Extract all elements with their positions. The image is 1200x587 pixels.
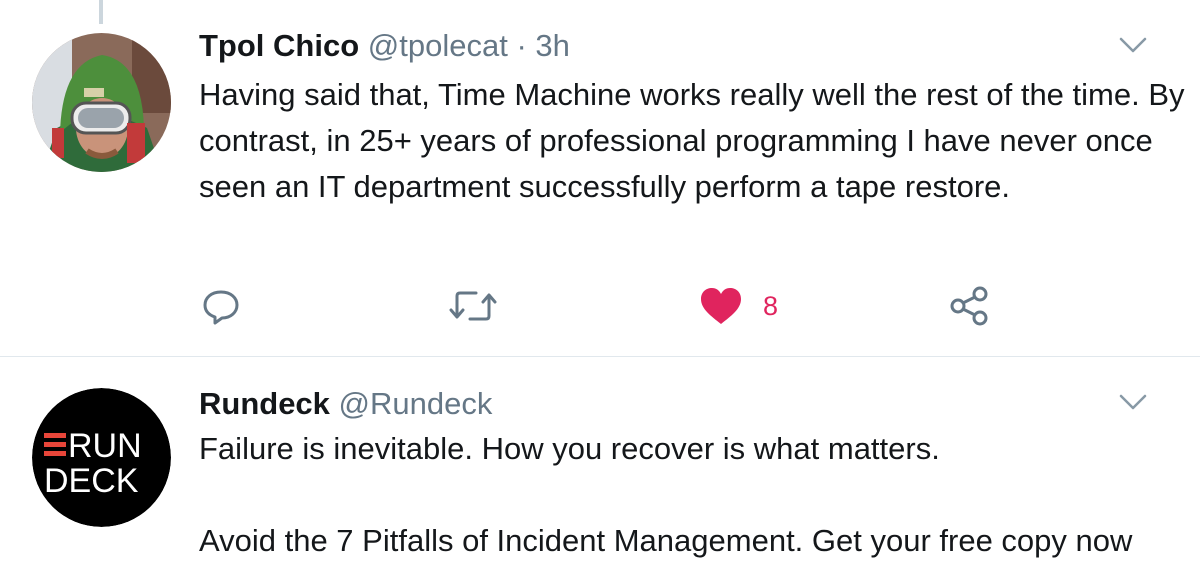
avatar[interactable]	[32, 33, 171, 172]
retweet-icon	[449, 291, 497, 321]
chevron-down-icon[interactable]	[1118, 392, 1148, 412]
tweet-rundeck[interactable]: RUN DECK Rundeck @Rundeck Failure is ine…	[0, 357, 1200, 587]
handle[interactable]: @Rundeck	[339, 386, 493, 421]
share-button[interactable]	[947, 282, 991, 330]
tweet-text: Failure is inevitable. How you recover i…	[199, 431, 1133, 558]
retweet-button[interactable]	[448, 282, 498, 330]
tweet-header: Tpol Chico @tpolecat · 3h	[199, 26, 570, 66]
avatar-photo-icon	[32, 33, 171, 172]
timestamp[interactable]: 3h	[535, 28, 569, 63]
like-button[interactable]: 8	[699, 282, 778, 330]
chevron-down-icon[interactable]	[1118, 35, 1148, 55]
logo-text-run: RUN	[68, 427, 142, 465]
share-icon	[950, 286, 988, 326]
tweet-header: Rundeck @Rundeck	[199, 384, 492, 424]
tweet-actions: 8	[199, 282, 1099, 330]
display-name[interactable]: Rundeck	[199, 386, 330, 421]
logo-text-deck: DECK	[44, 462, 139, 500]
rundeck-logo-icon: RUN DECK	[32, 388, 171, 527]
display-name[interactable]: Tpol Chico	[199, 28, 359, 63]
separator-dot: ·	[507, 28, 536, 63]
reply-icon	[203, 290, 239, 325]
handle[interactable]: @tpolecat	[368, 28, 508, 63]
tweet-text: Having said that, Time Machine works rea…	[199, 77, 1185, 204]
heart-icon	[701, 288, 741, 324]
avatar[interactable]: RUN DECK	[32, 388, 171, 527]
like-count: 8	[763, 290, 779, 321]
reply-button[interactable]	[201, 282, 241, 330]
tweet-tpolecat[interactable]: Tpol Chico @tpolecat · 3h Having said th…	[0, 0, 1200, 356]
